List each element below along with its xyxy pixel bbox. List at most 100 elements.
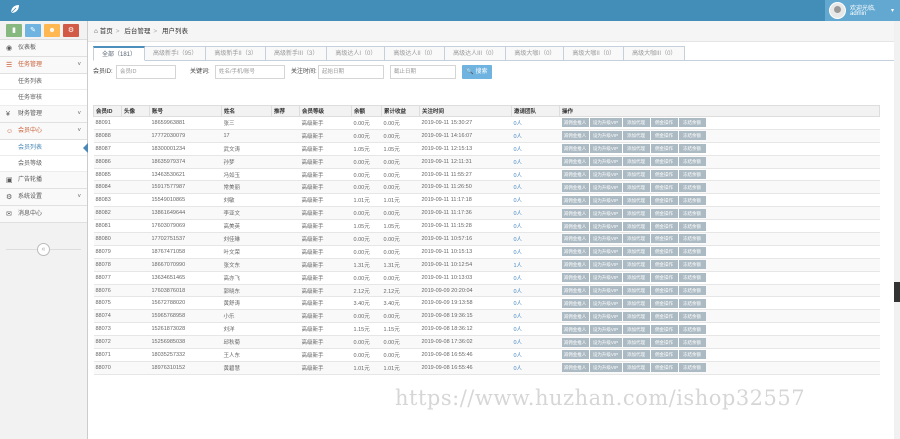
- row-action-button[interactable]: 冻结余额: [678, 298, 706, 308]
- sidebar-subitem[interactable]: 会员等级: [0, 156, 87, 172]
- row-action-button[interactable]: 减佣金推人: [561, 208, 589, 218]
- row-action-button[interactable]: 减佣金推人: [561, 195, 589, 205]
- row-action-button[interactable]: 冻结余额: [678, 350, 706, 360]
- row-action-button[interactable]: 添加代理: [622, 234, 650, 244]
- row-action-button[interactable]: 减佣金推人: [561, 157, 589, 167]
- sidebar-item[interactable]: ◉ 仪表板: [0, 40, 87, 57]
- level-tab[interactable]: 高级达人I（0）: [327, 46, 386, 61]
- table-cell[interactable]: 0人: [511, 271, 560, 285]
- row-action-button[interactable]: 佣金操作: [650, 182, 678, 192]
- level-tab[interactable]: 高级新手II（3）: [206, 46, 267, 61]
- row-action-button[interactable]: 冻结余额: [678, 247, 706, 257]
- table-cell[interactable]: 0人: [511, 322, 560, 337]
- row-action-button[interactable]: 佣金操作: [650, 131, 678, 141]
- row-action-button[interactable]: 添加代理: [622, 208, 650, 218]
- row-action-button[interactable]: 设为升级VIP: [589, 182, 622, 192]
- level-tab[interactable]: 高级大咖III（0）: [624, 46, 686, 61]
- row-action-button[interactable]: 佣金操作: [650, 273, 678, 283]
- table-cell[interactable]: 0人: [511, 168, 560, 182]
- row-action-button[interactable]: 佣金操作: [650, 337, 678, 347]
- table-cell[interactable]: 0人: [511, 348, 560, 362]
- table-cell[interactable]: 0人: [511, 361, 560, 375]
- row-action-button[interactable]: 佣金操作: [650, 170, 678, 179]
- sidebar-item[interactable]: ¥ 财务管理 ˅: [0, 106, 87, 123]
- row-action-button[interactable]: 添加代理: [622, 221, 650, 231]
- page-scrollbar[interactable]: [894, 21, 900, 439]
- row-action-button[interactable]: 添加代理: [622, 157, 650, 167]
- row-action-button[interactable]: 佣金操作: [650, 208, 678, 218]
- row-action-button[interactable]: 设为升级VIP: [589, 247, 622, 257]
- row-action-button[interactable]: 减佣金推人: [561, 234, 589, 244]
- row-action-button[interactable]: 设为升级VIP: [589, 131, 622, 141]
- row-action-button[interactable]: 减佣金推人: [561, 260, 589, 270]
- table-cell[interactable]: 0人: [511, 335, 560, 350]
- row-action-button[interactable]: 冻结余额: [678, 363, 706, 373]
- row-action-button[interactable]: 冻结余额: [678, 286, 706, 296]
- row-action-button[interactable]: 设为升级VIP: [589, 363, 622, 373]
- row-action-button[interactable]: 添加代理: [622, 324, 650, 334]
- level-tab[interactable]: 高级大咖I（0）: [506, 46, 565, 61]
- row-action-button[interactable]: 添加代理: [622, 260, 650, 270]
- sidebar-subitem[interactable]: 任务列表: [0, 74, 87, 90]
- row-action-button[interactable]: 设为升级VIP: [589, 337, 622, 347]
- sidebar-item[interactable]: ✉ 消息中心: [0, 206, 87, 223]
- row-action-button[interactable]: 添加代理: [622, 273, 650, 283]
- table-cell[interactable]: 0人: [511, 219, 560, 234]
- row-action-button[interactable]: 减佣金推人: [561, 324, 589, 334]
- end-date-input[interactable]: 截止日期: [390, 65, 456, 79]
- table-cell[interactable]: 0人: [511, 142, 560, 156]
- row-action-button[interactable]: 设为升级VIP: [589, 208, 622, 218]
- row-action-button[interactable]: 设为升级VIP: [589, 286, 622, 296]
- table-cell[interactable]: 0人: [511, 206, 560, 221]
- level-tab[interactable]: 高级大咖II（0）: [564, 46, 625, 61]
- row-action-button[interactable]: 冻结余额: [678, 337, 706, 347]
- row-action-button[interactable]: 佣金操作: [650, 221, 678, 231]
- row-action-button[interactable]: 设为升级VIP: [589, 221, 622, 231]
- start-date-input[interactable]: 起始日期: [318, 65, 384, 79]
- row-action-button[interactable]: 设为升级VIP: [589, 298, 622, 308]
- row-action-button[interactable]: 减佣金推人: [561, 221, 589, 231]
- row-action-button[interactable]: 冻结余额: [678, 118, 706, 128]
- row-action-button[interactable]: 设为升级VIP: [589, 260, 622, 270]
- table-cell[interactable]: 0人: [511, 296, 560, 311]
- row-action-button[interactable]: 佣金操作: [650, 195, 678, 205]
- sidebar-item[interactable]: ▣ 广告轮播: [0, 172, 87, 189]
- member-id-input[interactable]: 会员ID: [116, 65, 176, 79]
- row-action-button[interactable]: 减佣金推人: [561, 182, 589, 192]
- row-action-button[interactable]: 减佣金推人: [561, 311, 589, 321]
- row-action-button[interactable]: 冻结余额: [678, 144, 706, 154]
- row-action-button[interactable]: 设为升级VIP: [589, 324, 622, 334]
- sidebar-item[interactable]: ☰ 任务管理 ˅: [0, 57, 87, 74]
- scrollbar-thumb[interactable]: [894, 282, 900, 302]
- row-action-button[interactable]: 设为升级VIP: [589, 195, 622, 205]
- row-action-button[interactable]: 设为升级VIP: [589, 273, 622, 283]
- row-action-button[interactable]: 减佣金推人: [561, 337, 589, 347]
- row-action-button[interactable]: 佣金操作: [650, 286, 678, 296]
- row-action-button[interactable]: 添加代理: [622, 170, 650, 179]
- row-action-button[interactable]: 设为升级VIP: [589, 350, 622, 360]
- row-action-button[interactable]: 添加代理: [622, 247, 650, 257]
- table-cell[interactable]: 0人: [511, 232, 560, 246]
- row-action-button[interactable]: 佣金操作: [650, 298, 678, 308]
- level-tab[interactable]: 高级达人III（0）: [445, 46, 507, 61]
- search-button[interactable]: 🔍 搜索: [462, 65, 492, 79]
- row-action-button[interactable]: 佣金操作: [650, 363, 678, 373]
- row-action-button[interactable]: 添加代理: [622, 363, 650, 373]
- row-action-button[interactable]: 冻结余额: [678, 260, 706, 270]
- sidebar-item[interactable]: ☺ 会员中心 ˅: [0, 123, 87, 140]
- row-action-button[interactable]: 冻结余额: [678, 324, 706, 334]
- row-action-button[interactable]: 设为升级VIP: [589, 144, 622, 154]
- row-action-button[interactable]: 减佣金推人: [561, 131, 589, 141]
- row-action-button[interactable]: 减佣金推人: [561, 144, 589, 154]
- row-action-button[interactable]: 添加代理: [622, 286, 650, 296]
- table-cell[interactable]: 0人: [511, 180, 560, 195]
- table-cell[interactable]: 1人: [511, 258, 560, 272]
- row-action-button[interactable]: 减佣金推人: [561, 286, 589, 296]
- row-action-button[interactable]: 减佣金推人: [561, 247, 589, 257]
- row-action-button[interactable]: 冻结余额: [678, 234, 706, 244]
- sidebar-collapse-icon[interactable]: «: [37, 243, 50, 256]
- breadcrumb-section[interactable]: 后台管理: [124, 28, 150, 35]
- row-action-button[interactable]: 佣金操作: [650, 144, 678, 154]
- row-action-button[interactable]: 添加代理: [622, 311, 650, 321]
- row-action-button[interactable]: 佣金操作: [650, 118, 678, 128]
